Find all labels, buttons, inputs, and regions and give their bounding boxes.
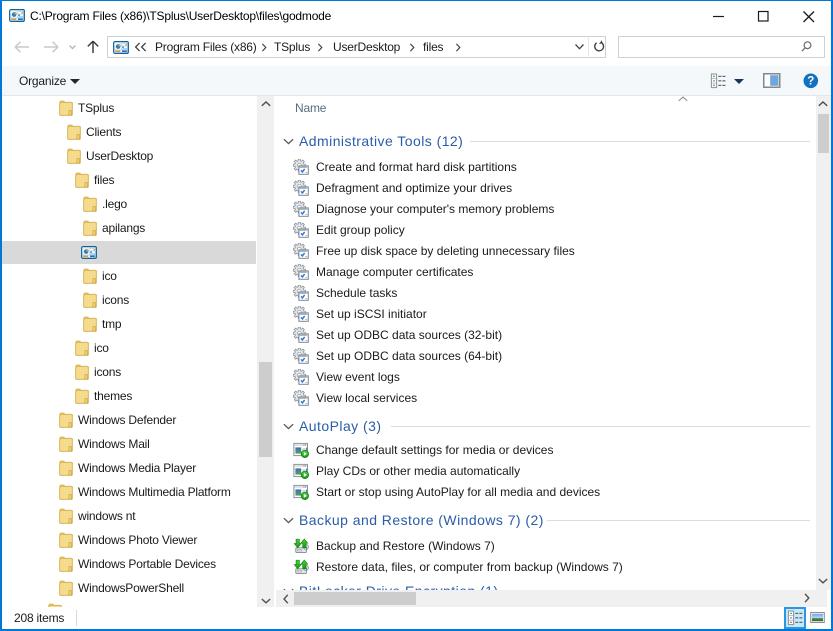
svg-text:?: ? — [807, 76, 814, 88]
